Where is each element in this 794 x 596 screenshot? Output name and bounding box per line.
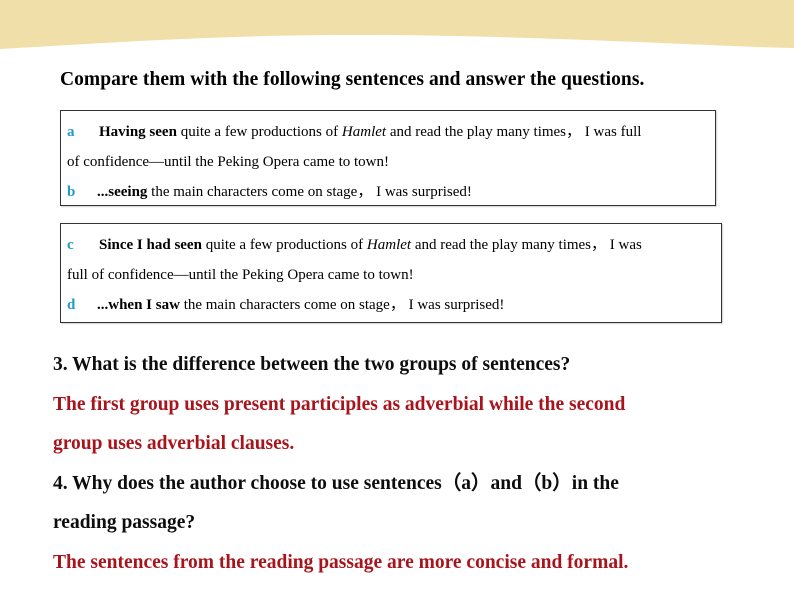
title-hamlet: Hamlet [366, 237, 412, 253]
sentence-c: c Since I had seen quite a few production… [67, 230, 713, 260]
sentence-text: quite a few productions of [201, 237, 367, 253]
question-4-line-2: reading passage? [53, 512, 196, 533]
sentence-box-clauses: c Since I had seen quite a few production… [60, 223, 722, 323]
header-band: · [0, 0, 794, 52]
sentence-letter: b [67, 184, 76, 200]
sentence-text: and read the play many times， I was full [386, 124, 642, 140]
questions-section: 3. What is the difference between the tw… [53, 345, 628, 582]
sentence-letter: a [67, 124, 75, 140]
header-mark: · [70, 30, 72, 35]
title-hamlet: Hamlet [341, 124, 387, 140]
answer-4: The sentences from the reading passage a… [53, 551, 629, 573]
highlight-phrase: Since I had seen [99, 237, 202, 253]
highlight-phrase: ...seeing [97, 184, 148, 200]
sentence-c-continued: full of confidence—until the Peking Oper… [67, 267, 414, 283]
sentence-d: d ...when I saw the main characters come … [67, 290, 713, 320]
sentence-box-participles: a Having seen quite a few productions of … [60, 110, 716, 206]
sentence-text: the main characters come on stage， I was… [147, 184, 472, 200]
question-4-line-1: 4. Why does the author choose to use sen… [53, 472, 619, 494]
sentence-text: and read the play many times， I was [411, 237, 642, 253]
answer-3-line-2: group uses adverbial clauses. [53, 433, 295, 454]
sentence-text: the main characters come on stage， I was… [179, 297, 505, 313]
highlight-phrase: Having seen [99, 124, 177, 140]
header-wave-shape [0, 0, 794, 49]
sentence-letter: c [67, 237, 74, 253]
sentence-a: a Having seen quite a few productions of … [67, 117, 707, 147]
sentence-a-continued: of confidence—until the Peking Opera cam… [67, 154, 389, 170]
sentence-letter: d [67, 297, 76, 313]
sentence-text: quite a few productions of [176, 124, 342, 140]
highlight-phrase: ...when I saw [97, 297, 180, 313]
question-3: 3. What is the difference between the tw… [53, 354, 571, 375]
sentence-b: b ...seeing the main characters come on s… [67, 177, 707, 207]
answer-3-line-1: The first group uses present participles… [53, 393, 626, 415]
page-title: Compare them with the following sentence… [60, 69, 645, 90]
